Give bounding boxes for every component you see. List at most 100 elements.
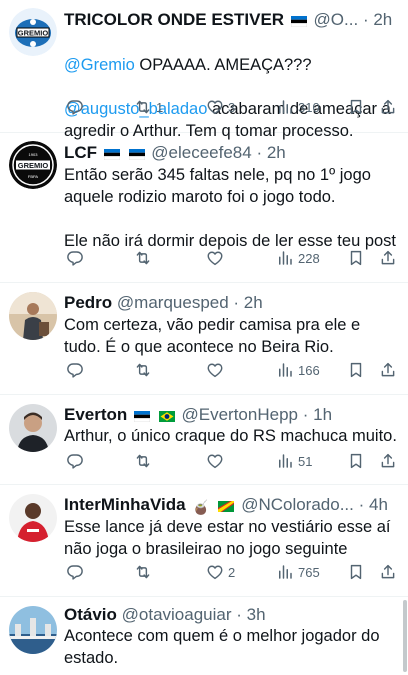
reply-button[interactable] — [66, 450, 88, 472]
retweet-button[interactable] — [134, 450, 156, 472]
bookmark-button[interactable] — [347, 96, 365, 118]
tweet-time[interactable]: · 4h — [359, 495, 388, 514]
like-button[interactable] — [206, 359, 228, 381]
views-icon — [276, 249, 294, 267]
tweet-6[interactable]: Otávio @otavioaguiar · 3h Acontece com q… — [0, 597, 408, 675]
tweet-actions: 51 — [64, 450, 400, 472]
views-button[interactable]: 51 — [276, 450, 312, 472]
share-icon — [379, 249, 397, 267]
views-icon — [276, 452, 294, 470]
share-button[interactable] — [379, 96, 397, 118]
tweet-header: Pedro @marquesped · 2h — [64, 292, 400, 314]
heart-icon — [206, 361, 224, 379]
views-icon — [276, 563, 294, 581]
share-icon — [379, 98, 397, 116]
reply-button[interactable] — [66, 561, 88, 583]
user-photo-icon — [9, 606, 57, 654]
like-button[interactable]: 3 — [206, 96, 235, 118]
avatar-gremio-logo[interactable]: GREMIO — [9, 8, 57, 56]
tweet-time[interactable]: · 2h — [233, 293, 262, 312]
gremio-crest-icon: GREMIO — [9, 8, 57, 56]
tweet-time[interactable]: · 2h — [363, 10, 392, 29]
tweet-header: Everton @EvertonHepp · 1h — [64, 404, 400, 426]
replies-feed: GREMIO TRICOLOR ONDE ESTIVER @O... · 2h … — [0, 0, 408, 675]
gremio-crest-icon: GREMIO 1903 FBPA — [9, 141, 57, 189]
retweet-button[interactable] — [134, 561, 156, 583]
display-name[interactable]: InterMinhaVida — [64, 495, 186, 514]
tweet-header: LCF @eleceefe84 · 2h — [64, 142, 400, 164]
tweet-2[interactable]: GREMIO 1903 FBPA LCF @eleceefe84 · 2h En… — [0, 133, 408, 283]
tweet-4[interactable]: Everton @EvertonHepp · 1h Arthur, o únic… — [0, 395, 408, 485]
bookmark-icon — [347, 563, 365, 581]
retweet-button[interactable] — [134, 247, 156, 269]
mention-link[interactable]: @Gremio — [64, 56, 135, 74]
views-button[interactable]: 228 — [276, 247, 320, 269]
retweet-button[interactable]: 1 — [134, 96, 163, 118]
brazil-flag-icon — [158, 411, 175, 422]
user-handle[interactable]: @O... — [314, 10, 359, 29]
bookmark-button[interactable] — [347, 450, 365, 472]
user-handle[interactable]: @otavioaguiar — [122, 605, 232, 624]
share-icon — [379, 452, 397, 470]
avatar-photo[interactable] — [9, 292, 57, 340]
bookmark-button[interactable] — [347, 561, 365, 583]
like-button[interactable] — [206, 247, 228, 269]
estonia-flag-icon — [290, 16, 307, 27]
heart-icon — [206, 249, 224, 267]
scrollbar[interactable] — [403, 600, 407, 672]
reply-icon — [66, 249, 84, 267]
retweet-icon — [134, 361, 152, 379]
display-name[interactable]: Everton — [64, 405, 127, 424]
tweet-3[interactable]: Pedro @marquesped · 2h Com certeza, vão … — [0, 283, 408, 395]
bookmark-button[interactable] — [347, 359, 365, 381]
user-handle[interactable]: @EvertonHepp — [182, 405, 299, 424]
reply-icon — [66, 452, 84, 470]
avatar-photo[interactable] — [9, 494, 57, 542]
tweet-header: Otávio @otavioaguiar · 3h — [64, 604, 400, 626]
views-button[interactable]: 310 — [276, 96, 320, 118]
share-button[interactable] — [379, 450, 397, 472]
tweet-actions: 1 3 310 — [64, 96, 400, 118]
tweet-1[interactable]: GREMIO TRICOLOR ONDE ESTIVER @O... · 2h … — [0, 0, 408, 140]
share-button[interactable] — [379, 561, 397, 583]
user-handle[interactable]: @marquesped — [117, 293, 229, 312]
tweet-text: Com certeza, vão pedir camisa pra ele e … — [64, 316, 361, 356]
share-button[interactable] — [379, 359, 397, 381]
views-button[interactable]: 765 — [276, 561, 320, 583]
tweet-time[interactable]: · 1h — [303, 405, 332, 424]
reply-button[interactable] — [66, 247, 88, 269]
tweet-time[interactable]: · 2h — [256, 143, 285, 162]
user-handle[interactable]: @NColorado... — [241, 495, 354, 514]
share-icon — [379, 361, 397, 379]
display-name[interactable]: LCF — [64, 143, 97, 162]
tweet-actions: 228 — [64, 247, 400, 269]
views-button[interactable]: 166 — [276, 359, 320, 381]
user-photo-icon — [9, 292, 57, 340]
tweet-time[interactable]: · 3h — [236, 605, 265, 624]
tweet-text: Acontece com quem é o melhor jogador do … — [64, 627, 380, 667]
view-count: 51 — [298, 453, 313, 469]
views-icon — [276, 98, 294, 116]
avatar-photo[interactable] — [9, 606, 57, 654]
reply-button[interactable] — [66, 359, 88, 381]
estonia-flag-icon — [134, 411, 151, 422]
avatar-photo[interactable] — [9, 404, 57, 452]
mate-gourd-icon: 🧉 — [192, 499, 210, 515]
display-name[interactable]: Otávio — [64, 605, 117, 624]
display-name[interactable]: Pedro — [64, 293, 112, 312]
user-handle[interactable]: @eleceefe84 — [151, 143, 251, 162]
like-button[interactable]: 2 — [206, 561, 235, 583]
estonia-flag-icon — [103, 149, 120, 160]
like-button[interactable] — [206, 450, 228, 472]
bookmark-button[interactable] — [347, 247, 365, 269]
tweet-actions: 166 — [64, 359, 400, 381]
bookmark-icon — [347, 452, 365, 470]
estonia-flag-icon — [128, 149, 145, 160]
tweet-5[interactable]: InterMinhaVida 🧉 @NColorado... · 4h Esse… — [0, 485, 408, 597]
avatar-gremio-logo[interactable]: GREMIO 1903 FBPA — [9, 141, 57, 189]
reply-button[interactable] — [66, 96, 88, 118]
share-button[interactable] — [379, 247, 397, 269]
retweet-button[interactable] — [134, 359, 156, 381]
user-photo-icon — [9, 404, 57, 452]
display-name[interactable]: TRICOLOR ONDE ESTIVER — [64, 10, 284, 29]
